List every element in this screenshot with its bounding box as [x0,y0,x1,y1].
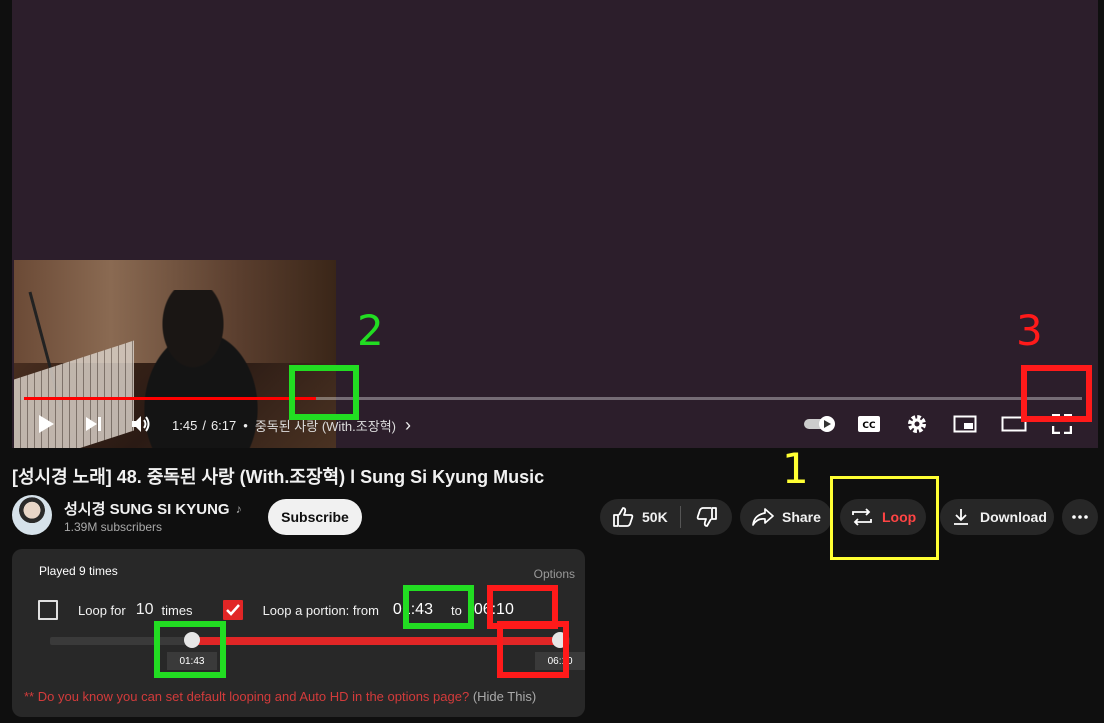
fullscreen-icon [1052,414,1072,434]
options-link[interactable]: Options [534,567,575,581]
video-title: [성시경 노래] 48. 중독된 사랑 (With.조장혁) l Sung Si… [12,467,545,487]
more-actions-button[interactable] [1062,499,1098,535]
hide-tip-link[interactable]: (Hide This) [473,689,536,704]
music-note-icon: ♪ [235,501,242,516]
progress-played [24,397,316,400]
gear-icon [908,415,926,433]
subscriber-count: 1.39M subscribers [64,520,163,534]
loop-portion-checkbox[interactable] [222,600,243,620]
loop-end-label: 06:10 [535,652,586,670]
loop-range-slider[interactable] [50,637,570,645]
next-button[interactable] [82,410,106,438]
loop-button[interactable]: Loop [840,499,926,535]
share-label: Share [782,509,821,525]
channel-name[interactable]: 성시경 SUNG SI KYUNG [64,498,230,519]
tip-text: ** Do you know you can set default loopi… [24,689,470,704]
download-button[interactable]: Download [940,499,1054,535]
cc-icon: CC [858,416,880,432]
checkmark-icon [225,604,240,616]
dislike-button[interactable] [681,499,732,535]
volume-icon [132,416,150,432]
miniplayer-icon [953,415,977,433]
loop-times-input[interactable]: 10 [136,601,154,619]
annotation-label-3: 3 [1016,306,1043,355]
loop-from-time[interactable]: 01:43 [393,601,433,619]
like-count: 50K [642,509,668,525]
svg-text:CC: CC [862,421,876,431]
loop-label: Loop [882,509,917,525]
chevron-right-icon[interactable]: › [405,416,411,434]
subscribe-button[interactable]: Subscribe [268,499,362,535]
annotation-label-2: 2 [357,306,384,355]
tip-message: ** Do you know you can set default loopi… [24,689,536,704]
autoplay-toggle-icon [804,416,835,432]
settings-button[interactable] [904,410,930,438]
loop-to-time[interactable]: 06:10 [474,601,514,619]
chapter-dot: • [243,418,248,433]
play-button[interactable] [34,410,58,438]
download-label: Download [980,509,1047,525]
thumbs-up-icon [613,507,634,527]
download-icon [954,509,968,525]
player-controls: 1:45 / 6:17 • 중독된 사랑 (With.조장혁) › CC [24,410,1084,440]
loop-start-label: 01:43 [166,652,217,670]
time-separator: / [202,418,206,433]
autoplay-toggle[interactable] [802,410,838,438]
loop-for-label: Loop for [78,602,126,618]
progress-bar[interactable] [24,397,1082,400]
channel-name-row[interactable]: 성시경 SUNG SI KYUNG ♪ [64,498,242,519]
theater-mode-button[interactable] [1000,410,1028,438]
to-label: to [450,602,462,618]
channel-avatar[interactable] [12,495,52,535]
time-total: 6:17 [210,418,237,433]
time-current: 1:45 [172,418,198,433]
loop-icon [852,508,872,526]
theater-icon [1001,416,1027,432]
thumbs-down-icon [696,507,717,527]
miniplayer-button[interactable] [952,410,978,438]
annotation-label-1: 1 [782,444,809,493]
like-dislike-group: 50K [600,499,732,535]
loop-start-handle[interactable] [183,632,200,648]
video-player[interactable]: 1:45 / 6:17 • 중독된 사랑 (With.조장혁) › CC [0,0,1104,448]
loop-range-selection [191,637,561,645]
captions-button[interactable]: CC [856,410,882,438]
loop-end-handle[interactable] [552,632,569,648]
next-icon [86,417,101,431]
like-button[interactable]: 50K [600,499,680,535]
share-button[interactable]: Share [740,499,832,535]
volume-button[interactable] [128,410,154,438]
more-horizontal-icon [1072,515,1088,519]
times-label: times [161,602,193,618]
loop-for-checkbox[interactable] [38,600,58,620]
share-icon [752,508,774,526]
play-icon [39,415,54,433]
loop-portion-label: Loop a portion: from [262,602,379,618]
loop-options-row: Loop for 10 times Loop a portion: from 0… [38,599,514,621]
chapter-title[interactable]: 중독된 사랑 (With.조장혁) [255,416,396,435]
fullscreen-button[interactable] [1050,410,1074,438]
loop-panel: Played 9 times Options Loop for 10 times… [12,549,586,717]
time-display: 1:45 / 6:17 • 중독된 사랑 (With.조장혁) › [172,416,411,435]
played-count: Played 9 times [39,564,118,578]
